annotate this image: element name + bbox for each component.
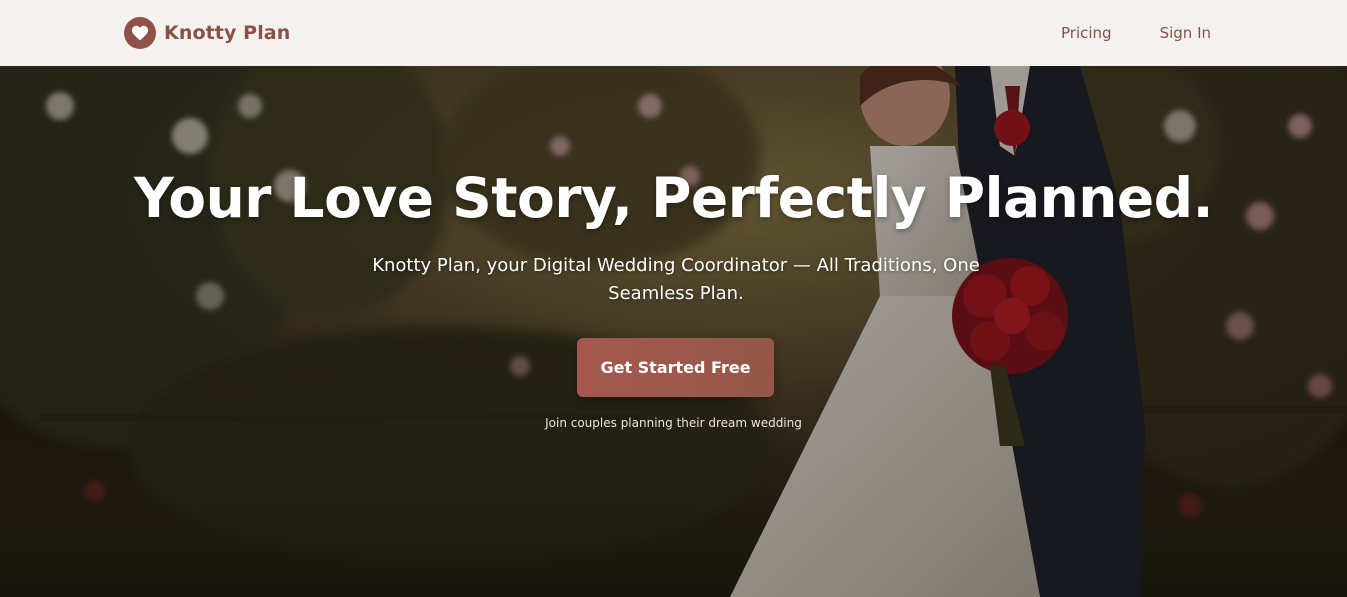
cta-note: Join couples planning their dream weddin… [545, 416, 802, 430]
hero-overlay [0, 66, 1347, 597]
heart-icon [124, 17, 156, 49]
hero-subtitle: Knotty Plan, your Digital Wedding Coordi… [372, 255, 980, 304]
main-nav: Pricing Sign In [1061, 24, 1223, 42]
hero-title: Your Love Story, Perfectly Planned. [134, 166, 1213, 230]
hero-section: Your Love Story, Perfectly Planned. Knot… [0, 66, 1347, 597]
brand[interactable]: Knotty Plan [124, 17, 290, 49]
get-started-button[interactable]: Get Started Free [577, 338, 774, 397]
pricing-link[interactable]: Pricing [1061, 24, 1112, 42]
sign-in-link[interactable]: Sign In [1160, 24, 1211, 42]
brand-name: Knotty Plan [164, 22, 291, 44]
site-header: Knotty Plan Pricing Sign In [0, 0, 1347, 66]
